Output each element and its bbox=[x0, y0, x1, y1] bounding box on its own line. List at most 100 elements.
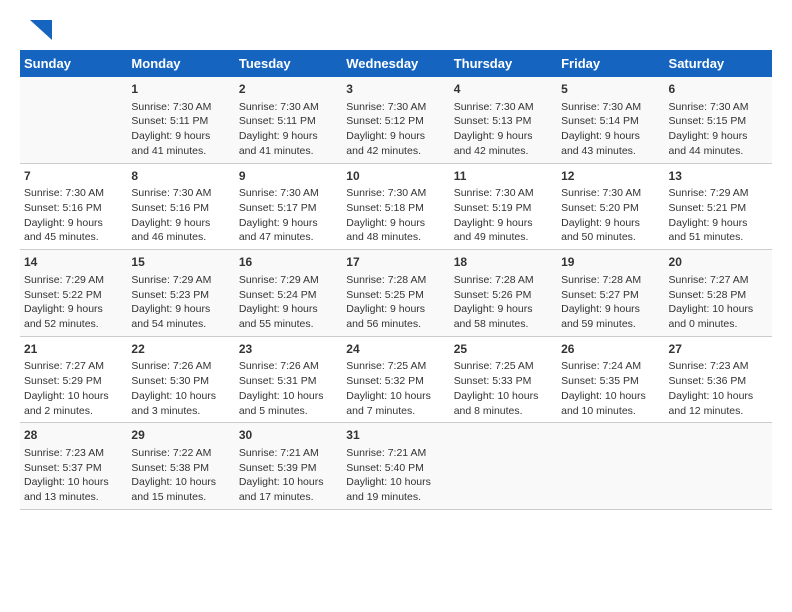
cell-info-line: Sunrise: 7:29 AM bbox=[669, 186, 768, 201]
cell-info-line: Sunrise: 7:21 AM bbox=[239, 446, 338, 461]
cell-info-line: Sunrise: 7:30 AM bbox=[24, 186, 123, 201]
weekday-header-saturday: Saturday bbox=[665, 50, 772, 77]
calendar-week-row: 1Sunrise: 7:30 AMSunset: 5:11 PMDaylight… bbox=[20, 77, 772, 163]
cell-info-line: and 44 minutes. bbox=[669, 144, 768, 159]
cell-info-line: Sunset: 5:22 PM bbox=[24, 288, 123, 303]
calendar-cell: 14Sunrise: 7:29 AMSunset: 5:22 PMDayligh… bbox=[20, 250, 127, 337]
calendar-cell: 16Sunrise: 7:29 AMSunset: 5:24 PMDayligh… bbox=[235, 250, 342, 337]
cell-info-line: Daylight: 9 hours bbox=[131, 129, 230, 144]
cell-info-line: Sunset: 5:18 PM bbox=[346, 201, 445, 216]
cell-info-line: Sunset: 5:13 PM bbox=[454, 114, 553, 129]
calendar-cell: 17Sunrise: 7:28 AMSunset: 5:25 PMDayligh… bbox=[342, 250, 449, 337]
day-number: 18 bbox=[454, 254, 553, 271]
day-number: 8 bbox=[131, 168, 230, 185]
day-number: 3 bbox=[346, 81, 445, 98]
cell-info-line: Daylight: 9 hours bbox=[131, 216, 230, 231]
cell-info-line: and 47 minutes. bbox=[239, 230, 338, 245]
cell-info-line: and 43 minutes. bbox=[561, 144, 660, 159]
cell-info-line: Daylight: 9 hours bbox=[669, 129, 768, 144]
cell-info-line: Sunrise: 7:28 AM bbox=[454, 273, 553, 288]
day-number: 1 bbox=[131, 81, 230, 98]
calendar-cell: 25Sunrise: 7:25 AMSunset: 5:33 PMDayligh… bbox=[450, 336, 557, 423]
calendar-cell: 12Sunrise: 7:30 AMSunset: 5:20 PMDayligh… bbox=[557, 163, 664, 250]
cell-info-line: Sunset: 5:35 PM bbox=[561, 374, 660, 389]
cell-info-line: Sunset: 5:15 PM bbox=[669, 114, 768, 129]
calendar-cell: 22Sunrise: 7:26 AMSunset: 5:30 PMDayligh… bbox=[127, 336, 234, 423]
weekday-header-tuesday: Tuesday bbox=[235, 50, 342, 77]
cell-info-line: Daylight: 9 hours bbox=[131, 302, 230, 317]
day-number: 19 bbox=[561, 254, 660, 271]
calendar-week-row: 21Sunrise: 7:27 AMSunset: 5:29 PMDayligh… bbox=[20, 336, 772, 423]
calendar-cell: 4Sunrise: 7:30 AMSunset: 5:13 PMDaylight… bbox=[450, 77, 557, 163]
calendar-cell bbox=[557, 423, 664, 510]
cell-info-line: and 55 minutes. bbox=[239, 317, 338, 332]
cell-info-line: Sunset: 5:11 PM bbox=[239, 114, 338, 129]
cell-info-line: Sunset: 5:36 PM bbox=[669, 374, 768, 389]
cell-info-line: and 58 minutes. bbox=[454, 317, 553, 332]
cell-info-line: Sunset: 5:19 PM bbox=[454, 201, 553, 216]
cell-info-line: Daylight: 9 hours bbox=[239, 129, 338, 144]
cell-info-line: Sunset: 5:14 PM bbox=[561, 114, 660, 129]
cell-info-line: Sunrise: 7:26 AM bbox=[131, 359, 230, 374]
calendar-cell: 27Sunrise: 7:23 AMSunset: 5:36 PMDayligh… bbox=[665, 336, 772, 423]
day-number: 14 bbox=[24, 254, 123, 271]
cell-info-line: and 50 minutes. bbox=[561, 230, 660, 245]
day-number: 31 bbox=[346, 427, 445, 444]
day-number: 16 bbox=[239, 254, 338, 271]
cell-info-line: Sunset: 5:37 PM bbox=[24, 461, 123, 476]
cell-info-line: and 42 minutes. bbox=[454, 144, 553, 159]
cell-info-line: and 12 minutes. bbox=[669, 404, 768, 419]
cell-info-line: Sunrise: 7:30 AM bbox=[131, 186, 230, 201]
cell-info-line: and 41 minutes. bbox=[239, 144, 338, 159]
calendar-cell: 30Sunrise: 7:21 AMSunset: 5:39 PMDayligh… bbox=[235, 423, 342, 510]
day-number: 7 bbox=[24, 168, 123, 185]
cell-info-line: Sunrise: 7:30 AM bbox=[346, 100, 445, 115]
day-number: 5 bbox=[561, 81, 660, 98]
cell-info-line: Sunrise: 7:29 AM bbox=[131, 273, 230, 288]
cell-info-line: Daylight: 9 hours bbox=[24, 216, 123, 231]
day-number: 2 bbox=[239, 81, 338, 98]
cell-info-line: Sunrise: 7:27 AM bbox=[24, 359, 123, 374]
day-number: 10 bbox=[346, 168, 445, 185]
cell-info-line: Daylight: 9 hours bbox=[346, 302, 445, 317]
cell-info-line: Sunrise: 7:30 AM bbox=[669, 100, 768, 115]
cell-info-line: and 45 minutes. bbox=[24, 230, 123, 245]
cell-info-line: Sunset: 5:16 PM bbox=[131, 201, 230, 216]
cell-info-line: Sunset: 5:16 PM bbox=[24, 201, 123, 216]
weekday-header-thursday: Thursday bbox=[450, 50, 557, 77]
calendar-header-row: SundayMondayTuesdayWednesdayThursdayFrid… bbox=[20, 50, 772, 77]
day-number: 28 bbox=[24, 427, 123, 444]
calendar-cell: 20Sunrise: 7:27 AMSunset: 5:28 PMDayligh… bbox=[665, 250, 772, 337]
calendar-cell: 9Sunrise: 7:30 AMSunset: 5:17 PMDaylight… bbox=[235, 163, 342, 250]
calendar-cell: 13Sunrise: 7:29 AMSunset: 5:21 PMDayligh… bbox=[665, 163, 772, 250]
cell-info-line: Sunrise: 7:21 AM bbox=[346, 446, 445, 461]
cell-info-line: Sunrise: 7:25 AM bbox=[346, 359, 445, 374]
cell-info-line: Sunset: 5:32 PM bbox=[346, 374, 445, 389]
cell-info-line: Daylight: 9 hours bbox=[239, 302, 338, 317]
calendar-cell bbox=[450, 423, 557, 510]
cell-info-line: Sunrise: 7:29 AM bbox=[24, 273, 123, 288]
day-number: 27 bbox=[669, 341, 768, 358]
calendar-table: SundayMondayTuesdayWednesdayThursdayFrid… bbox=[20, 50, 772, 510]
cell-info-line: Sunrise: 7:24 AM bbox=[561, 359, 660, 374]
cell-info-line: Daylight: 10 hours bbox=[561, 389, 660, 404]
cell-info-line: Sunrise: 7:27 AM bbox=[669, 273, 768, 288]
calendar-cell: 26Sunrise: 7:24 AMSunset: 5:35 PMDayligh… bbox=[557, 336, 664, 423]
calendar-cell bbox=[665, 423, 772, 510]
calendar-cell: 18Sunrise: 7:28 AMSunset: 5:26 PMDayligh… bbox=[450, 250, 557, 337]
cell-info-line: Sunrise: 7:30 AM bbox=[239, 100, 338, 115]
weekday-header-wednesday: Wednesday bbox=[342, 50, 449, 77]
day-number: 11 bbox=[454, 168, 553, 185]
day-number: 29 bbox=[131, 427, 230, 444]
calendar-cell: 5Sunrise: 7:30 AMSunset: 5:14 PMDaylight… bbox=[557, 77, 664, 163]
calendar-cell: 21Sunrise: 7:27 AMSunset: 5:29 PMDayligh… bbox=[20, 336, 127, 423]
cell-info-line: Sunset: 5:25 PM bbox=[346, 288, 445, 303]
day-number: 26 bbox=[561, 341, 660, 358]
calendar-cell: 10Sunrise: 7:30 AMSunset: 5:18 PMDayligh… bbox=[342, 163, 449, 250]
cell-info-line: Sunset: 5:17 PM bbox=[239, 201, 338, 216]
cell-info-line: Sunset: 5:21 PM bbox=[669, 201, 768, 216]
cell-info-line: Sunset: 5:27 PM bbox=[561, 288, 660, 303]
calendar-cell: 7Sunrise: 7:30 AMSunset: 5:16 PMDaylight… bbox=[20, 163, 127, 250]
cell-info-line: and 15 minutes. bbox=[131, 490, 230, 505]
cell-info-line: Sunrise: 7:30 AM bbox=[239, 186, 338, 201]
